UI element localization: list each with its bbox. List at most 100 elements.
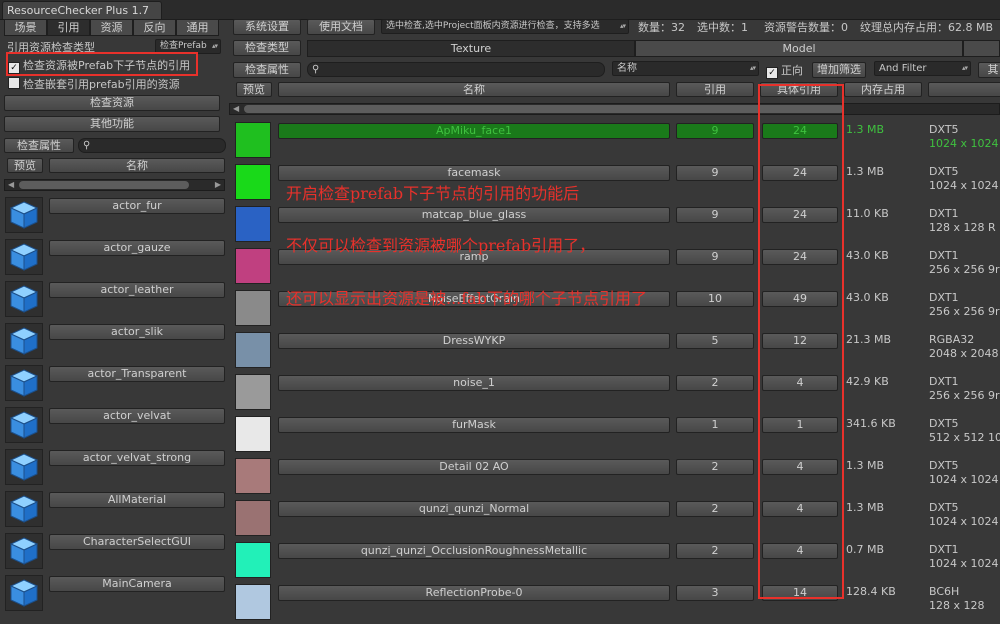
list-item-label[interactable]: CharacterSelectGUI bbox=[49, 534, 225, 550]
mode-dropdown[interactable]: 选中检查,选中Project面板内资源进行检查，支持多选 bbox=[381, 19, 629, 34]
list-item[interactable]: actor_slik bbox=[0, 320, 228, 362]
sort-field-dropdown[interactable]: 名称 bbox=[612, 61, 759, 76]
row-name-button[interactable]: matcap_blue_glass bbox=[278, 207, 670, 223]
left-tab-1[interactable]: 引用 bbox=[47, 19, 90, 36]
list-item[interactable]: actor_leather bbox=[0, 278, 228, 320]
right-check-attr-button[interactable]: 检查属性 bbox=[233, 62, 301, 78]
col-memory-header[interactable]: 内存占用 bbox=[844, 82, 922, 97]
row-refs-button[interactable]: 10 bbox=[676, 291, 754, 307]
texture-thumbnail bbox=[235, 416, 271, 452]
row-name-button[interactable]: Detail 02 AO bbox=[278, 459, 670, 475]
right-search-input[interactable]: ⚲ bbox=[307, 62, 605, 77]
row-memory: 43.0 KB bbox=[846, 291, 889, 304]
scroll-left-icon[interactable]: ◀ bbox=[233, 104, 239, 114]
row-name-button[interactable]: qunzi_qunzi_Normal bbox=[278, 501, 670, 517]
texture-thumbnail bbox=[235, 164, 271, 200]
list-item[interactable]: MainCamera bbox=[0, 572, 228, 614]
list-item-label[interactable]: MainCamera bbox=[49, 576, 225, 592]
window-tab[interactable]: ResourceChecker Plus 1.7 bbox=[2, 1, 162, 19]
row-refs-button[interactable]: 9 bbox=[676, 249, 754, 265]
texture-memory-label: 纹理总内存占用：62.8 MB bbox=[860, 21, 994, 34]
check-type-button[interactable]: 检查类型 bbox=[233, 40, 301, 56]
table-h-scrollbar[interactable]: ◀ bbox=[229, 103, 1000, 115]
row-name-button[interactable]: ApMiku_face1 bbox=[278, 123, 670, 139]
docs-button[interactable]: 使用文档 bbox=[307, 19, 375, 35]
col-refs-header[interactable]: 引用 bbox=[676, 82, 754, 97]
list-item[interactable]: actor_Transparent bbox=[0, 362, 228, 404]
texture-thumbnail bbox=[235, 332, 271, 368]
list-item-label[interactable]: actor_velvat bbox=[49, 408, 225, 424]
left-tab-3[interactable]: 反向 bbox=[133, 19, 176, 36]
prefab-cube-icon bbox=[5, 281, 43, 317]
row-name-button[interactable]: facemask bbox=[278, 165, 670, 181]
left-check-attr-button[interactable]: 检查属性 bbox=[4, 138, 74, 153]
left-col-preview[interactable]: 预览 bbox=[7, 158, 43, 173]
row-refs-button[interactable]: 1 bbox=[676, 417, 754, 433]
list-item-label[interactable]: actor_gauze bbox=[49, 240, 225, 256]
row-name-button[interactable]: furMask bbox=[278, 417, 670, 433]
checkbox-check-icon[interactable]: ✓ bbox=[766, 67, 778, 79]
row-refs-button[interactable]: 3 bbox=[676, 585, 754, 601]
texture-thumbnail bbox=[235, 584, 271, 620]
list-item[interactable]: AllMaterial bbox=[0, 488, 228, 530]
row-refs-button[interactable]: 5 bbox=[676, 333, 754, 349]
left-tab-4[interactable]: 通用 bbox=[176, 19, 219, 36]
left-tab-0[interactable]: 场景 bbox=[4, 19, 47, 36]
list-item-label[interactable]: actor_leather bbox=[49, 282, 225, 298]
row-memory: 341.6 KB bbox=[846, 417, 896, 430]
scroll-left-icon[interactable]: ◀ bbox=[8, 180, 14, 190]
add-filter-button[interactable]: 增加筛选 bbox=[812, 62, 866, 78]
list-item[interactable]: actor_velvat bbox=[0, 404, 228, 446]
prefab-cube-icon bbox=[5, 491, 43, 527]
row-name-button[interactable]: DressWYKP bbox=[278, 333, 670, 349]
list-item-label[interactable]: actor_fur bbox=[49, 198, 225, 214]
row-refs-button[interactable]: 2 bbox=[676, 543, 754, 559]
row-refs-button[interactable]: 9 bbox=[676, 123, 754, 139]
list-item[interactable]: actor_gauze bbox=[0, 236, 228, 278]
row-memory: 128.4 KB bbox=[846, 585, 896, 598]
texture-thumbnail bbox=[235, 542, 271, 578]
scroll-right-icon[interactable]: ▶ bbox=[215, 180, 221, 190]
texture-thumbnail bbox=[235, 374, 271, 410]
row-name-button[interactable]: noise_1 bbox=[278, 375, 670, 391]
texture-thumbnail bbox=[235, 122, 271, 158]
list-item-label[interactable]: actor_Transparent bbox=[49, 366, 225, 382]
list-item[interactable]: CharacterSelectGUI bbox=[0, 530, 228, 572]
row-refs-button[interactable]: 2 bbox=[676, 375, 754, 391]
check-nested-toggle[interactable]: 检查嵌套引用prefab引用的资源 bbox=[8, 76, 180, 92]
list-item-label[interactable]: AllMaterial bbox=[49, 492, 225, 508]
col-format-header[interactable] bbox=[928, 82, 1000, 97]
row-memory: 42.9 KB bbox=[846, 375, 889, 388]
checkbox-empty-icon[interactable] bbox=[8, 77, 20, 89]
left-tab-2[interactable]: 资源 bbox=[90, 19, 133, 36]
row-refs-button[interactable]: 9 bbox=[676, 207, 754, 223]
col-name-header[interactable]: 名称 bbox=[278, 82, 670, 97]
other-button[interactable]: 其 bbox=[978, 62, 1000, 78]
list-item-label[interactable]: actor_slik bbox=[49, 324, 225, 340]
left-col-name[interactable]: 名称 bbox=[49, 158, 225, 173]
search-icon: ⚲ bbox=[312, 64, 320, 75]
row-refs-button[interactable]: 2 bbox=[676, 501, 754, 517]
other-functions-button[interactable]: 其他功能 bbox=[4, 116, 220, 132]
col-preview-header[interactable]: 预览 bbox=[236, 82, 272, 97]
left-scroll-thumb[interactable] bbox=[19, 181, 189, 189]
settings-button[interactable]: 系统设置 bbox=[233, 19, 301, 35]
list-item[interactable]: actor_velvat_strong bbox=[0, 446, 228, 488]
tab-more[interactable] bbox=[963, 40, 1000, 57]
row-refs-button[interactable]: 9 bbox=[676, 165, 754, 181]
row-refs-button[interactable]: 2 bbox=[676, 459, 754, 475]
left-h-scrollbar[interactable]: ◀ ▶ bbox=[4, 179, 225, 191]
row-name-button[interactable]: qunzi_qunzi_OcclusionRoughnessMetallic bbox=[278, 543, 670, 559]
table-scroll-thumb[interactable] bbox=[244, 105, 844, 113]
and-filter-dropdown[interactable]: And Filter bbox=[874, 61, 971, 76]
left-search-input[interactable]: ⚲ bbox=[78, 138, 226, 153]
row-name-button[interactable]: ReflectionProbe-0 bbox=[278, 585, 670, 601]
list-item-label[interactable]: actor_velvat_strong bbox=[49, 450, 225, 466]
forward-toggle[interactable]: ✓ 正向 bbox=[766, 62, 803, 79]
tab-texture[interactable]: Texture bbox=[307, 40, 635, 57]
check-nested-label: 检查嵌套引用prefab引用的资源 bbox=[23, 78, 180, 91]
tab-model[interactable]: Model bbox=[635, 40, 963, 57]
window-titlebar: ResourceChecker Plus 1.7 bbox=[0, 0, 1000, 20]
check-resources-button[interactable]: 检查资源 bbox=[4, 95, 220, 111]
list-item[interactable]: actor_fur bbox=[0, 194, 228, 236]
